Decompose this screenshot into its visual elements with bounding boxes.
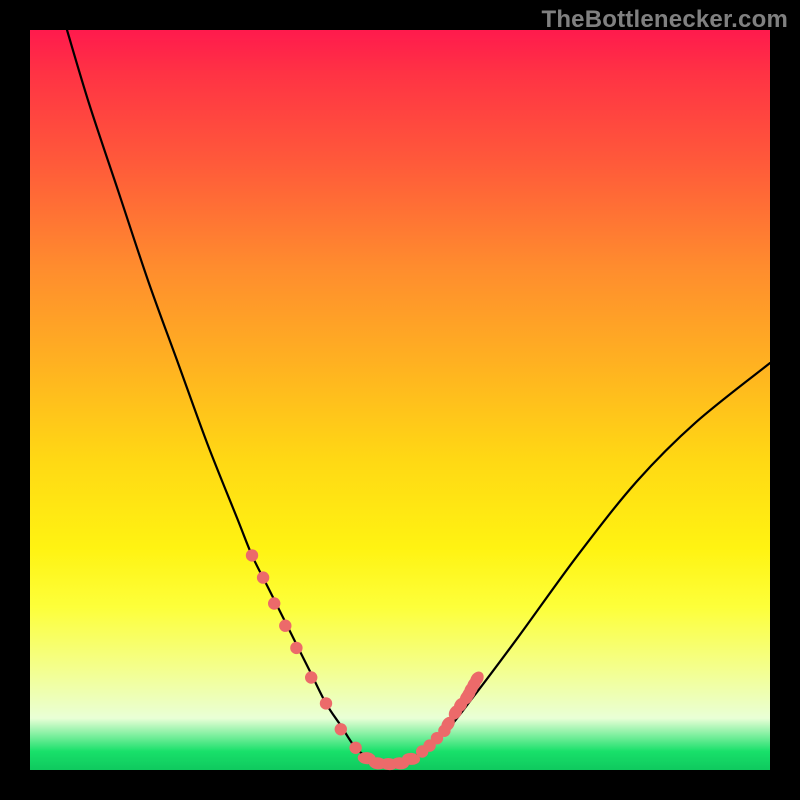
curve-marker <box>305 671 317 683</box>
plot-area <box>30 30 770 770</box>
curve-marker <box>349 742 361 754</box>
chart-frame: TheBottlenecker.com <box>0 0 800 800</box>
curve-marker <box>290 642 302 654</box>
curve-marker <box>268 597 280 609</box>
curve-marker <box>335 723 347 735</box>
curve-marker <box>279 620 291 632</box>
curve-markers <box>246 549 487 771</box>
curve-svg <box>30 30 770 770</box>
curve-marker <box>246 549 258 561</box>
curve-marker <box>320 697 332 709</box>
curve-marker <box>257 571 269 583</box>
bottleneck-curve <box>67 30 770 765</box>
